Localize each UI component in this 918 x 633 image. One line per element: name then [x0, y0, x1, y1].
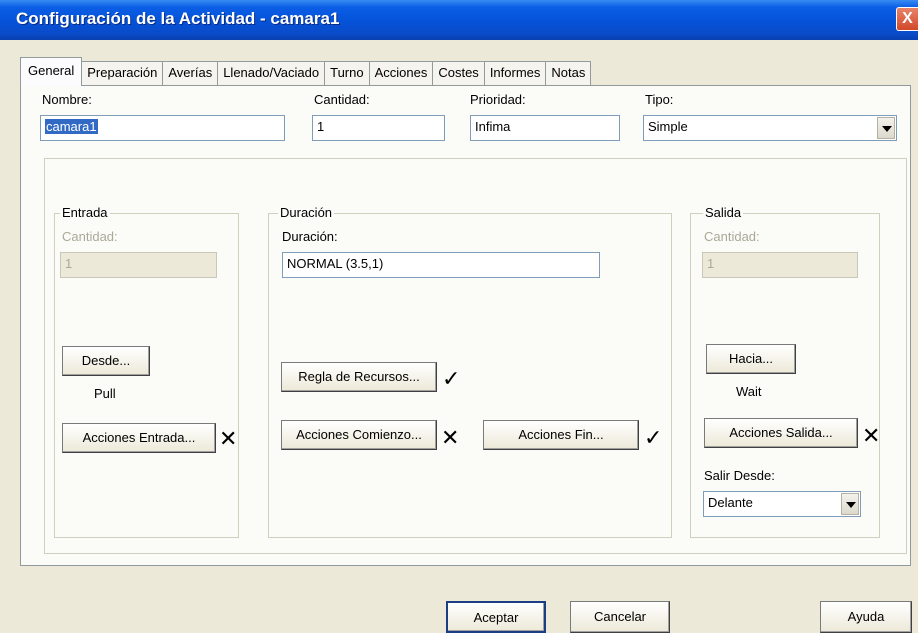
- prioridad-label: Prioridad:: [470, 92, 526, 107]
- tab-costes[interactable]: Costes: [432, 61, 485, 86]
- window-title: Configuración de la Actividad - camara1: [16, 9, 340, 28]
- cantidad-input[interactable]: 1: [312, 115, 445, 141]
- ayuda-button[interactable]: Ayuda: [820, 601, 912, 633]
- salida-cantidad-label: Cantidad:: [704, 229, 760, 244]
- tab-llenado-vaciado[interactable]: Llenado/Vaciado: [217, 61, 326, 86]
- salir-desde-value: Delante: [708, 495, 753, 510]
- acciones-fin-button[interactable]: Acciones Fin...: [483, 420, 639, 450]
- chevron-down-icon[interactable]: [877, 117, 895, 139]
- tab-notas[interactable]: Notas: [545, 61, 592, 86]
- acciones-salida-cross-icon: ✕: [862, 423, 881, 448]
- acciones-comienzo-cross-icon: ✕: [441, 425, 460, 450]
- tab-informes[interactable]: Informes: [483, 61, 547, 86]
- desde-button[interactable]: Desde...: [62, 346, 150, 376]
- acciones-fin-check-icon: ✓: [644, 425, 663, 450]
- desde-status: Pull: [94, 386, 116, 401]
- tab-general[interactable]: General: [20, 57, 83, 86]
- regla-recursos-button[interactable]: Regla de Recursos...: [281, 362, 437, 392]
- hacia-button[interactable]: Hacia...: [706, 344, 796, 374]
- tab-turno[interactable]: Turno: [324, 61, 370, 86]
- duracion-legend: Duración: [278, 205, 335, 220]
- acciones-comienzo-button[interactable]: Acciones Comienzo...: [281, 420, 437, 450]
- cancelar-button[interactable]: Cancelar: [570, 601, 670, 633]
- regla-recursos-check-icon: ✓: [442, 366, 461, 391]
- nombre-value: camara1: [45, 119, 98, 134]
- tipo-label: Tipo:: [645, 92, 674, 107]
- entrada-cantidad-input: 1: [60, 252, 217, 278]
- tab-acciones[interactable]: Acciones: [368, 61, 434, 86]
- nombre-label: Nombre:: [42, 92, 92, 107]
- tab-averias[interactable]: Averías: [162, 61, 219, 86]
- salir-desde-select[interactable]: Delante: [703, 491, 861, 517]
- salir-desde-label: Salir Desde:: [704, 468, 775, 483]
- hacia-status: Wait: [736, 384, 762, 399]
- salida-cantidad-input: 1: [702, 252, 858, 278]
- entrada-legend: Entrada: [60, 205, 110, 220]
- tab-preparacion[interactable]: Preparación: [81, 61, 164, 86]
- tab-strip: General Preparación Averías Llenado/Vaci…: [20, 57, 592, 86]
- salida-legend: Salida: [703, 205, 744, 220]
- entrada-cantidad-label: Cantidad:: [62, 229, 118, 244]
- aceptar-button[interactable]: Aceptar: [446, 601, 546, 633]
- acciones-entrada-cross-icon: ✕: [219, 426, 238, 451]
- close-button[interactable]: X: [896, 7, 918, 31]
- duracion-label: Duración:: [282, 229, 338, 244]
- tipo-value: Simple: [648, 119, 688, 134]
- tipo-select[interactable]: Simple: [643, 115, 897, 141]
- prioridad-input[interactable]: Infima: [470, 115, 620, 141]
- chevron-down-icon[interactable]: [841, 493, 859, 515]
- acciones-entrada-button[interactable]: Acciones Entrada...: [62, 423, 216, 453]
- nombre-input[interactable]: camara1: [40, 115, 285, 141]
- acciones-salida-button[interactable]: Acciones Salida...: [704, 418, 858, 448]
- duracion-input[interactable]: NORMAL (3.5,1): [282, 252, 600, 278]
- cantidad-label: Cantidad:: [314, 92, 370, 107]
